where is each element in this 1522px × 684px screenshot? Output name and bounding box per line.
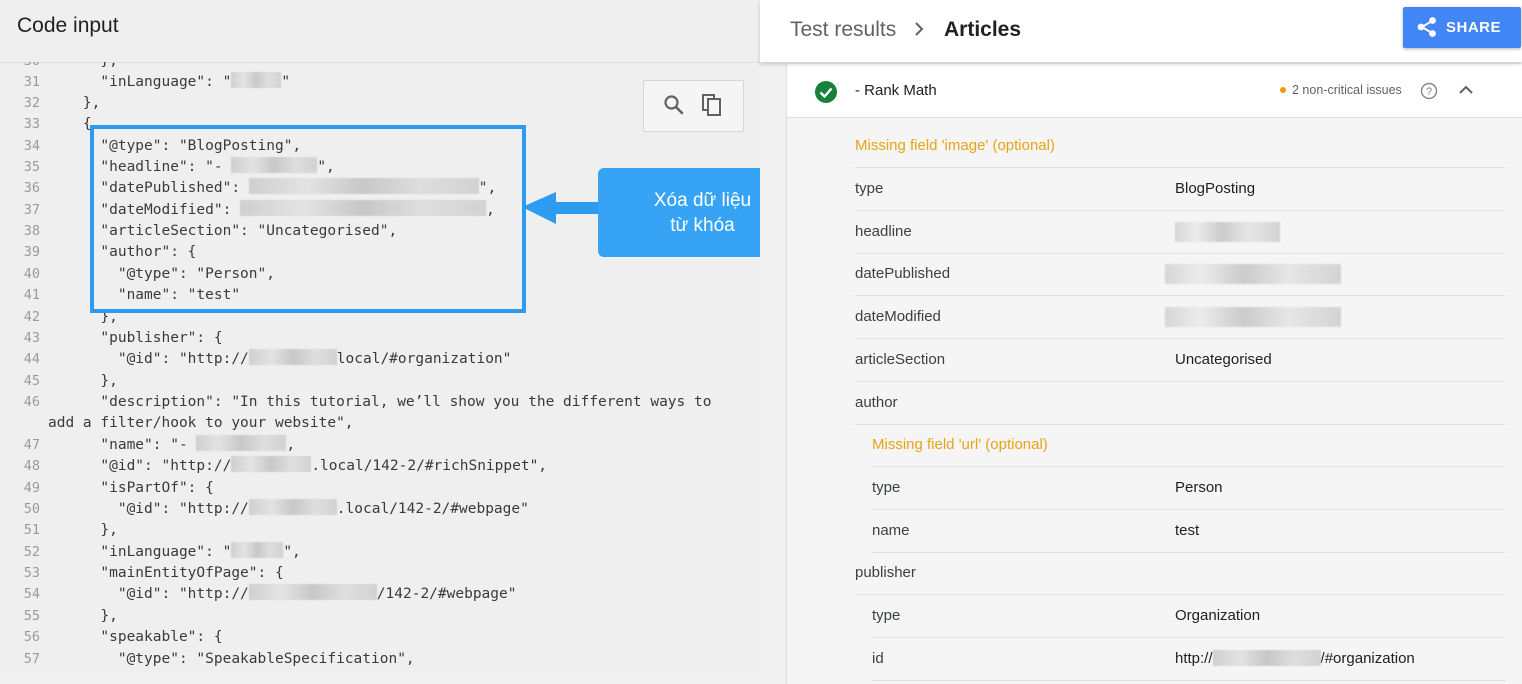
chevron-up-icon[interactable] bbox=[1458, 84, 1474, 96]
arrow-icon bbox=[522, 192, 600, 224]
help-icon[interactable]: ? bbox=[1420, 82, 1438, 100]
check-circle-icon bbox=[815, 81, 837, 103]
property-row: headline bbox=[855, 211, 1505, 254]
property-row: type Person bbox=[872, 467, 1505, 510]
highlight-box bbox=[90, 125, 526, 313]
property-row: dateModified bbox=[855, 296, 1505, 339]
property-row: type BlogPosting bbox=[855, 168, 1505, 211]
item-name: - Rank Math bbox=[855, 82, 937, 99]
code-toolbar bbox=[643, 80, 744, 132]
item-header[interactable]: - Rank Math 2 non-critical issues ? bbox=[787, 64, 1522, 118]
property-row: articleSection Uncategorised bbox=[855, 339, 1505, 382]
property-row: type Organization bbox=[872, 595, 1505, 638]
issues-badge: 2 non-critical issues bbox=[1280, 83, 1402, 97]
share-button[interactable]: SHARE bbox=[1403, 7, 1521, 48]
property-row: name test bbox=[872, 510, 1505, 553]
property-row: publisher bbox=[855, 552, 1505, 595]
chevron-right-icon bbox=[915, 22, 924, 36]
breadcrumb-current: Articles bbox=[944, 18, 1022, 41]
share-icon bbox=[1417, 17, 1436, 37]
warning-row: Missing field 'url' (optional) bbox=[872, 424, 1505, 467]
property-row: datePublished bbox=[855, 253, 1505, 296]
result-card: - Rank Math 2 non-critical issues ? Miss… bbox=[786, 64, 1522, 684]
pane-title: Code input bbox=[17, 14, 119, 37]
warning-row: Missing field 'image' (optional) bbox=[855, 125, 1505, 168]
breadcrumb-parent[interactable]: Test results bbox=[790, 18, 896, 42]
svg-text:?: ? bbox=[1426, 86, 1432, 98]
copy-icon[interactable] bbox=[700, 93, 724, 117]
code-input-pane: Code input 30 }, 31 "inLanguage": "" 32 … bbox=[0, 0, 760, 672]
results-header: Test results Articles SHARE bbox=[760, 0, 1522, 62]
property-row: id http:///#organization bbox=[872, 638, 1505, 681]
property-row: author bbox=[855, 382, 1505, 425]
search-icon[interactable] bbox=[662, 93, 686, 117]
test-results-pane: - Rank Math 2 non-critical issues ? Miss… bbox=[760, 0, 1522, 684]
share-label: SHARE bbox=[1446, 19, 1502, 36]
warning-dot-icon bbox=[1280, 87, 1286, 93]
